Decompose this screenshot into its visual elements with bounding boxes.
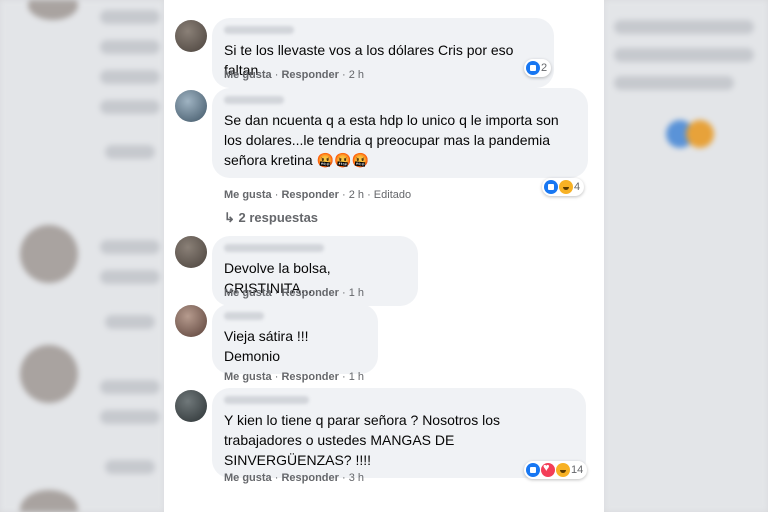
comment-actions: Me gusta · Responder · 1 h bbox=[224, 287, 365, 299]
timestamp[interactable]: 1 h bbox=[349, 287, 364, 299]
like-button[interactable]: Me gusta bbox=[224, 371, 272, 383]
timestamp[interactable]: 2 h bbox=[349, 69, 364, 81]
timestamp[interactable]: 1 h bbox=[349, 371, 364, 383]
blurred-avatar bbox=[20, 225, 78, 283]
author-name-blurred bbox=[224, 244, 324, 252]
like-button[interactable]: Me gusta bbox=[224, 287, 272, 299]
comment-text: Y kien lo tiene q parar señora ? Nosotro… bbox=[224, 412, 501, 468]
author-name-blurred bbox=[224, 312, 264, 320]
blurred-text bbox=[105, 145, 155, 159]
avatar[interactable] bbox=[175, 236, 207, 268]
blurred-text bbox=[100, 410, 160, 424]
blurred-text bbox=[105, 460, 155, 474]
comments-panel: Si te los llevaste vos a los dólares Cri… bbox=[164, 0, 604, 512]
avatar[interactable] bbox=[175, 90, 207, 122]
blurred-text bbox=[100, 240, 160, 254]
author-name-blurred bbox=[224, 26, 294, 34]
avatar[interactable] bbox=[175, 390, 207, 422]
blurred-text bbox=[100, 100, 160, 114]
reply-button[interactable]: Responder bbox=[281, 189, 338, 201]
haha-reaction-icon bbox=[559, 180, 573, 194]
edited-label: Editado bbox=[373, 189, 412, 201]
blurred-avatar bbox=[20, 345, 78, 403]
blurred-text bbox=[100, 70, 160, 84]
avatar[interactable] bbox=[175, 305, 207, 337]
blurred-text bbox=[105, 315, 155, 329]
blurred-reaction bbox=[686, 120, 714, 148]
blurred-text bbox=[100, 40, 160, 54]
blurred-text bbox=[100, 380, 160, 394]
reactions-summary[interactable]: 2 bbox=[524, 59, 552, 77]
timestamp[interactable]: 2 h bbox=[349, 189, 364, 201]
timestamp[interactable]: 3 h bbox=[349, 472, 364, 484]
blurred-avatar bbox=[28, 0, 78, 20]
comment-bubble: Vieja sátira !!! Demonio bbox=[212, 304, 378, 374]
blurred-text bbox=[614, 20, 754, 34]
author-name-blurred bbox=[224, 396, 309, 404]
blurred-text bbox=[614, 48, 754, 62]
emoji-sequence: 🤬🤬🤬 bbox=[316, 152, 369, 168]
comment-actions: Me gusta · Responder · 2 h bbox=[224, 69, 365, 81]
blurred-text bbox=[100, 10, 160, 24]
comment-actions: Me gusta · Responder · 3 h bbox=[224, 472, 365, 484]
comment-actions: Me gusta · Responder · 2 h · Editado bbox=[224, 189, 412, 201]
reply-button[interactable]: Responder bbox=[281, 287, 338, 299]
reactions-count: 14 bbox=[571, 464, 584, 476]
comment-text: Se dan ncuenta q a esta hdp lo unico q l… bbox=[224, 110, 576, 170]
reactions-summary[interactable]: 4 bbox=[542, 178, 585, 196]
blurred-text bbox=[100, 270, 160, 284]
comment-text: Vieja sátira !!! Demonio bbox=[224, 328, 309, 364]
comment-text-body: Se dan ncuenta q a esta hdp lo unico q l… bbox=[224, 112, 559, 168]
blurred-text bbox=[614, 76, 734, 90]
reactions-count: 4 bbox=[574, 181, 581, 193]
replies-count-label: 2 respuestas bbox=[238, 210, 319, 225]
like-button[interactable]: Me gusta bbox=[224, 472, 272, 484]
like-button[interactable]: Me gusta bbox=[224, 189, 272, 201]
comment-actions: Me gusta · Responder · 1 h bbox=[224, 371, 365, 383]
reactions-summary[interactable]: 14 bbox=[524, 461, 588, 479]
like-reaction-icon bbox=[544, 180, 558, 194]
reply-arrow-icon: ↳ bbox=[224, 210, 235, 225]
blurred-background-left bbox=[0, 0, 164, 512]
love-reaction-icon bbox=[541, 462, 555, 477]
reply-button[interactable]: Responder bbox=[281, 69, 338, 81]
author-name-blurred bbox=[224, 96, 284, 104]
haha-reaction-icon bbox=[556, 463, 570, 477]
view-replies-link[interactable]: ↳ 2 respuestas bbox=[224, 210, 318, 226]
blurred-avatar bbox=[20, 490, 78, 512]
like-reaction-icon bbox=[526, 61, 540, 75]
reactions-count: 2 bbox=[541, 62, 548, 74]
like-button[interactable]: Me gusta bbox=[224, 69, 272, 81]
reply-button[interactable]: Responder bbox=[281, 371, 338, 383]
comment-bubble: Se dan ncuenta q a esta hdp lo unico q l… bbox=[212, 88, 588, 178]
blurred-background-right bbox=[604, 0, 768, 512]
avatar[interactable] bbox=[175, 20, 207, 52]
like-reaction-icon bbox=[526, 463, 540, 477]
reply-button[interactable]: Responder bbox=[281, 472, 338, 484]
